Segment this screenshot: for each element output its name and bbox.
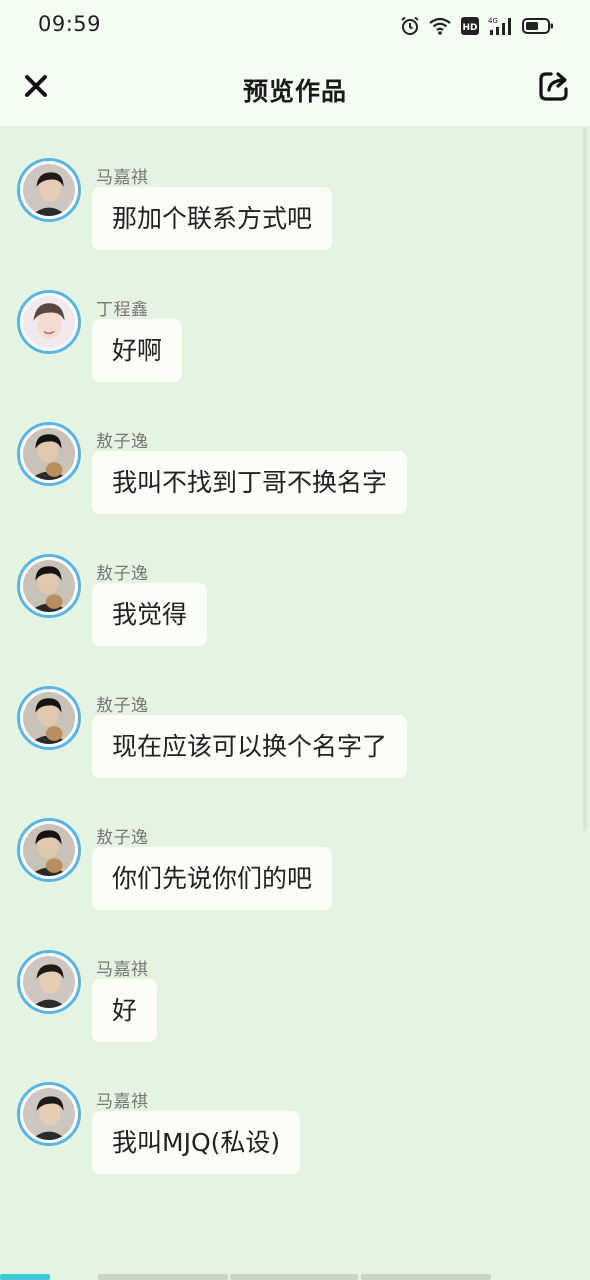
sender-name: 丁程鑫 bbox=[96, 300, 149, 320]
avatar[interactable] bbox=[17, 554, 81, 618]
sender-name: 敖子逸 bbox=[96, 696, 149, 716]
message-bubble[interactable]: 我叫不找到丁哥不换名字 bbox=[92, 451, 408, 514]
message-item: 敖子逸 你们先说你们的吧 bbox=[0, 818, 590, 944]
share-icon bbox=[537, 69, 571, 107]
message-bubble[interactable]: 我叫MJQ(私设) bbox=[92, 1111, 301, 1174]
status-time: 09:59 bbox=[38, 12, 102, 36]
status-icons: HD 4G bbox=[400, 14, 554, 38]
sender-name: 马嘉祺 bbox=[96, 168, 149, 188]
avatar-image bbox=[23, 956, 75, 1008]
battery-icon bbox=[522, 16, 554, 36]
avatar-image bbox=[23, 1088, 75, 1140]
message-item: 马嘉祺 那加个联系方式吧 bbox=[0, 158, 590, 284]
avatar[interactable] bbox=[17, 422, 81, 486]
network-label: 4G bbox=[488, 17, 498, 25]
message-item: 敖子逸 我觉得 bbox=[0, 554, 590, 680]
message-item: 马嘉祺 我叫MJQ(私设) bbox=[0, 1082, 590, 1208]
message-bubble[interactable]: 你们先说你们的吧 bbox=[92, 847, 333, 910]
signal-4g-icon: 4G bbox=[488, 16, 514, 36]
hd-label: HD bbox=[462, 23, 477, 33]
top-bar: 预览作品 bbox=[0, 52, 590, 126]
message-item: 敖子逸 我叫不找到丁哥不换名字 bbox=[0, 422, 590, 548]
avatar-image bbox=[23, 164, 75, 216]
status-bar: 09:59 HD 4G bbox=[0, 0, 590, 52]
avatar-image bbox=[23, 560, 75, 612]
avatar[interactable] bbox=[17, 686, 81, 750]
page-indicator bbox=[0, 1274, 590, 1280]
avatar[interactable] bbox=[17, 158, 81, 222]
hd-icon: HD bbox=[460, 16, 480, 36]
page-indicator-segment[interactable] bbox=[98, 1274, 228, 1280]
message-item: 丁程鑫 好啊 bbox=[0, 290, 590, 416]
wifi-icon bbox=[428, 16, 452, 36]
page-title: 预览作品 bbox=[242, 77, 347, 106]
page-indicator-active[interactable] bbox=[0, 1274, 50, 1280]
avatar-image bbox=[23, 296, 75, 348]
share-button[interactable] bbox=[534, 68, 574, 108]
message-bubble[interactable]: 好 bbox=[92, 979, 158, 1042]
message-item: 敖子逸 现在应该可以换个名字了 bbox=[0, 686, 590, 812]
message-bubble[interactable]: 我觉得 bbox=[92, 583, 208, 646]
page-indicator-segment[interactable] bbox=[361, 1274, 491, 1280]
chat-preview: 马嘉祺 那加个联系方式吧 丁程鑫 好啊 敖子逸 我叫不找到丁哥不换名字 敖子逸 … bbox=[0, 126, 590, 1272]
message-bubble[interactable]: 那加个联系方式吧 bbox=[92, 187, 333, 250]
sender-name: 敖子逸 bbox=[96, 828, 149, 848]
message-item: 马嘉祺 好 bbox=[0, 950, 590, 1076]
sender-name: 敖子逸 bbox=[96, 432, 149, 452]
avatar-image bbox=[23, 824, 75, 876]
avatar[interactable] bbox=[17, 1082, 81, 1146]
avatar[interactable] bbox=[17, 950, 81, 1014]
avatar-image bbox=[23, 428, 75, 480]
page-indicator-segment[interactable] bbox=[230, 1274, 358, 1280]
alarm-icon bbox=[400, 16, 420, 36]
avatar[interactable] bbox=[17, 290, 81, 354]
sender-name: 马嘉祺 bbox=[96, 1092, 149, 1112]
avatar-image bbox=[23, 692, 75, 744]
avatar[interactable] bbox=[17, 818, 81, 882]
message-bubble[interactable]: 现在应该可以换个名字了 bbox=[92, 715, 408, 778]
sender-name: 马嘉祺 bbox=[96, 960, 149, 980]
sender-name: 敖子逸 bbox=[96, 564, 149, 584]
message-bubble[interactable]: 好啊 bbox=[92, 319, 183, 382]
